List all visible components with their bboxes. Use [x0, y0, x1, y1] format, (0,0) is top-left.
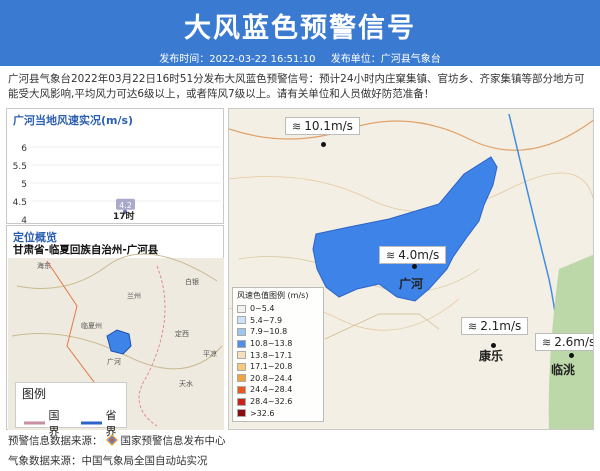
wind-speed-value: 2.6m/s	[554, 335, 594, 349]
header: 大风蓝色预警信号 发布时间：2022-03-22 16:51:10 发布单位：广…	[0, 0, 600, 66]
legend-swatch	[237, 374, 246, 383]
legend-row: 5.4~7.9	[237, 315, 319, 327]
legend-row: 24.4~28.4	[237, 384, 319, 396]
legend-row: 0~5.4	[237, 303, 319, 315]
y-tick: 5	[21, 180, 27, 190]
x-tick: 17时	[113, 212, 135, 222]
legend-label: >32.6	[250, 408, 275, 418]
city-label: 广河	[399, 277, 424, 291]
legend-swatch	[237, 385, 246, 394]
wind-icon: ≋	[542, 335, 552, 349]
wind-icon: ≋	[386, 248, 396, 262]
legend-swatch	[237, 362, 246, 371]
legend-row: 7.9~10.8	[237, 326, 319, 338]
city-label: 康乐	[479, 349, 504, 363]
source-line-2: 气象数据来源：中国气象局全国自动站实况	[8, 455, 208, 467]
y-tick: 5.5	[13, 162, 27, 172]
map-label: 广河	[107, 357, 121, 366]
legend-swatch	[237, 351, 246, 360]
legend-row: 10.8~13.8	[237, 338, 319, 350]
legend-label: 0~5.4	[250, 304, 275, 314]
publish-unit: 发布单位：广河县气象台	[330, 54, 441, 65]
legend-swatch	[237, 304, 246, 313]
map-label: 定西	[175, 329, 189, 338]
map-label: 海东	[37, 261, 51, 270]
map-label: 白银	[185, 277, 199, 286]
legend-title: 图例	[22, 387, 47, 401]
legend-row: 17.1~20.8	[237, 361, 319, 373]
legend-label: 7.9~10.8	[250, 327, 288, 337]
map-label: 天水	[179, 379, 193, 388]
wind-speed-label[interactable]: ≋ 4.0m/s	[379, 246, 447, 264]
legend-swatch	[237, 397, 246, 406]
legend-label: 13.8~17.1	[250, 350, 293, 360]
y-tick: 6	[21, 144, 27, 154]
location-legend: 图例 国界 省界	[15, 382, 127, 438]
source1-prefix: 预警信息数据来源：	[8, 435, 103, 447]
legend-label: 10.8~13.8	[250, 339, 293, 349]
wind-speed-label[interactable]: ≋ 2.1m/s	[461, 317, 529, 335]
legend-swatch	[237, 327, 246, 336]
legend-label: 5.4~7.9	[250, 315, 283, 325]
wind-speed-label[interactable]: ≋ 10.1m/s	[285, 117, 360, 135]
wind-speed-value: 10.1m/s	[304, 119, 353, 133]
wind-speed-label[interactable]: ≋ 2.6m/s	[535, 333, 594, 351]
city-label: 临洮	[551, 363, 576, 377]
wind-icon: ≋	[468, 319, 478, 333]
warning-description: 广河县气象台2022年03月22日16时51分发布大风蓝色预警信号：预计24小时…	[8, 73, 585, 100]
warning-center-logo-icon	[105, 434, 118, 446]
wind-speed-value: 4.0m/s	[398, 248, 440, 262]
legend-label: 17.1~20.8	[250, 362, 293, 372]
wind-speed-value: 2.1m/s	[480, 319, 522, 333]
legend-label: 28.4~32.6	[250, 397, 293, 407]
header-meta: 发布时间：2022-03-22 16:51:10 发布单位：广河县气象台	[0, 50, 600, 65]
page-title: 大风蓝色预警信号	[184, 13, 416, 44]
publish-time: 发布时间：2022-03-22 16:51:10	[159, 54, 316, 65]
station-dot[interactable]	[321, 142, 326, 147]
y-tick: 4.5	[13, 198, 27, 208]
map-label: 平凉	[203, 349, 217, 358]
legend-rows: 0~5.4 5.4~7.9 7.9~10.8 10.8~13.8 13.8~17.1 17…	[237, 303, 319, 419]
source-line-1: 预警信息数据来源： 国家预警信息发布中心	[8, 433, 226, 448]
location-panel: 定位概览 甘肃省-临夏回族自治州-广河县 海东 兰州 临夏州 白银 定西 天水 …	[6, 225, 224, 438]
legend-row: 13.8~17.1	[237, 349, 319, 361]
map-label: 临夏州	[81, 321, 102, 330]
legend-title: 风速色值图例 (m/s)	[237, 291, 309, 300]
wind-speed-panel: 广河当地风速实况(m/s) 6 5.5 5 4.5 4 4.2 17时	[6, 108, 224, 225]
wind-chart: 6 5.5 5 4.5 4 4.2	[13, 144, 221, 225]
legend-row: 20.8~24.4	[237, 373, 319, 385]
legend-swatch	[237, 316, 246, 325]
legend-label: 20.8~24.4	[250, 373, 293, 383]
map-label: 兰州	[127, 291, 141, 300]
source1-name[interactable]: 国家预警信息发布中心	[121, 435, 226, 447]
legend-label: 24.4~28.4	[250, 385, 293, 395]
province-border-icon	[81, 421, 102, 425]
legend-swatch	[237, 409, 246, 418]
station-dot[interactable]	[412, 264, 417, 269]
legend-row: >32.6	[237, 407, 319, 419]
wind-icon: ≋	[292, 119, 302, 133]
country-border-icon	[24, 421, 45, 425]
y-tick: 4	[21, 216, 27, 225]
wind-color-legend: 风速色值图例 (m/s) 0~5.4 5.4~7.9 7.9~10.8 10.8~13…	[232, 287, 324, 422]
legend-swatch	[237, 339, 246, 348]
legend-row: 28.4~32.6	[237, 396, 319, 408]
station-dot[interactable]	[569, 353, 574, 358]
